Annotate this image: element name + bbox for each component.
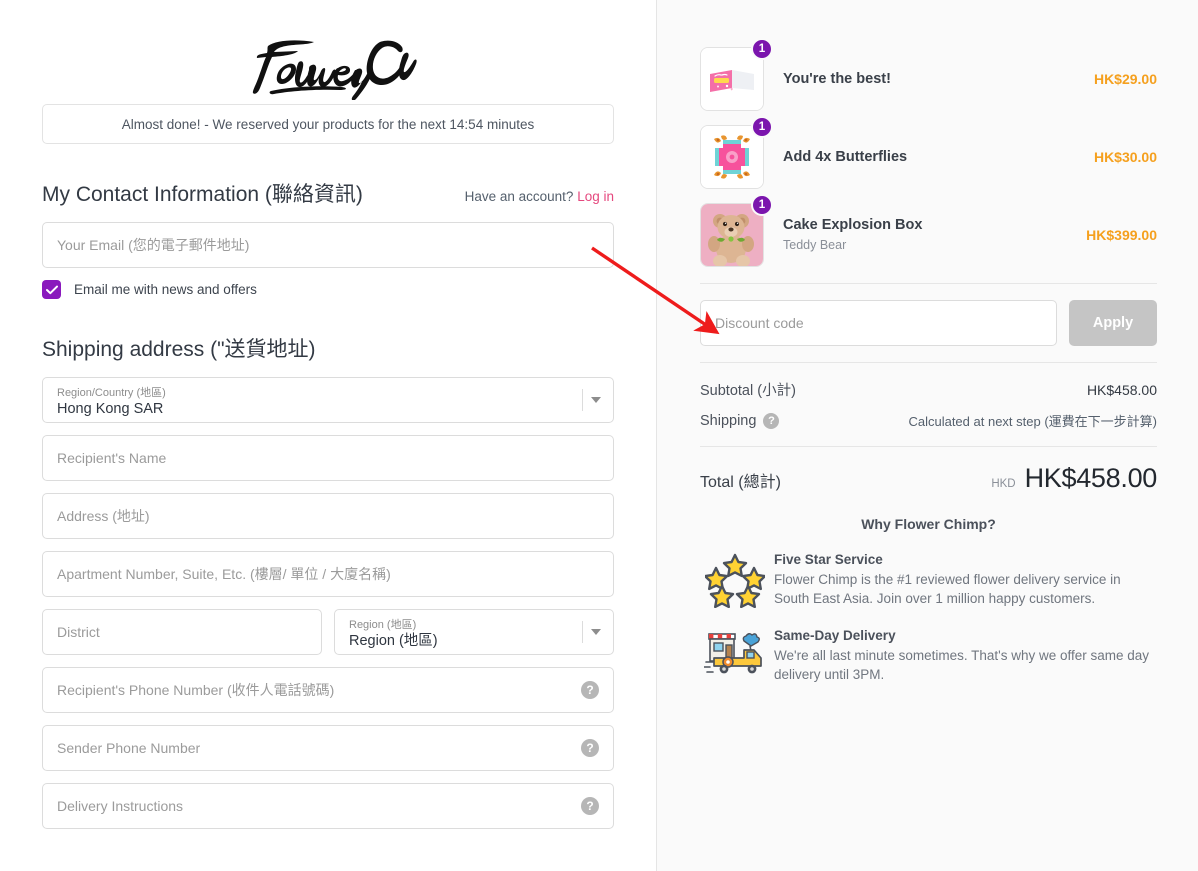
flower-chimp-logo[interactable] — [42, 0, 614, 100]
checkout-page: Almost done! - We reserved your products… — [0, 0, 1198, 871]
shipping-section-title: Shipping address ("送貨地址) — [42, 338, 316, 361]
newsletter-checkbox[interactable] — [42, 280, 61, 299]
subtotal-value: HK$458.00 — [1086, 381, 1157, 398]
why-item-body: Five Star Service Flower Chimp is the #1… — [770, 550, 1157, 608]
region-select-label: Region (地區) — [349, 618, 417, 631]
login-link[interactable]: Log in — [577, 189, 614, 204]
cart-item-qty-badge: 1 — [751, 194, 773, 216]
shipping-label-wrap: Shipping ? — [700, 412, 780, 429]
country-select[interactable]: Region/Country (地區) Hong Kong SAR — [42, 377, 614, 423]
cart-item-price: HK$399.00 — [1086, 227, 1157, 243]
cart-item-list: 1 You're the best! HK$29.00 1 Add 4x But… — [700, 0, 1157, 267]
divider — [700, 283, 1157, 284]
address-field[interactable]: Address (地址) — [42, 493, 614, 539]
account-prompt-text: Have an account? — [464, 189, 574, 204]
reservation-timer-banner: Almost done! - We reserved your products… — [42, 104, 614, 144]
recipient-phone-placeholder: Recipient's Phone Number (收件人電話號碼) — [57, 682, 335, 698]
five-stars-icon — [700, 550, 770, 608]
apartment-placeholder: Apartment Number, Suite, Etc. (樓層/ 單位 / … — [57, 566, 391, 582]
discount-code-row: Discount code Apply — [700, 300, 1157, 346]
shipping-section-header: Shipping address ("送貨地址) — [42, 333, 614, 363]
cart-item-price: HK$29.00 — [1093, 71, 1157, 87]
why-item: Same-Day Delivery We're all last minute … — [700, 626, 1157, 684]
cart-item-text: You're the best! — [764, 70, 1094, 89]
sender-phone-placeholder: Sender Phone Number — [57, 740, 201, 756]
divider — [700, 362, 1157, 363]
cart-item-variant: Teddy Bear — [783, 238, 847, 252]
cart-item-title: Add 4x Butterflies — [783, 148, 908, 165]
cart-item-text: Add 4x Butterflies — [764, 148, 1094, 167]
delivery-instructions-placeholder: Delivery Instructions — [57, 798, 184, 814]
grand-total-row: Total (總計) HKD HK$458.00 — [700, 463, 1157, 494]
sender-phone-field[interactable]: Sender Phone Number ? — [42, 725, 614, 771]
delivery-instructions-field[interactable]: Delivery Instructions ? — [42, 783, 614, 829]
shipping-label: Shipping — [700, 412, 757, 429]
subtotal-label: Subtotal (小計) — [700, 383, 796, 399]
why-item-heading: Five Star Service — [774, 552, 883, 567]
contact-section-title: My Contact Information (聯絡資訊) — [42, 183, 363, 206]
why-item: Five Star Service Flower Chimp is the #1… — [700, 550, 1157, 608]
recipient-name-field[interactable]: Recipient's Name — [42, 435, 614, 481]
cart-item-title: You're the best! — [783, 70, 891, 87]
currency-code: HKD — [991, 478, 1016, 490]
shipping-row: Shipping ? Calculated at next step (運費在下… — [700, 411, 1157, 430]
divider — [700, 446, 1157, 447]
cart-item-qty-badge: 1 — [751, 38, 773, 60]
district-field[interactable]: District — [42, 609, 322, 655]
total-amount-wrap: HKD HK$458.00 — [991, 463, 1157, 494]
shipping-value: Calculated at next step (運費在下一步計算) — [908, 414, 1157, 429]
apply-discount-button[interactable]: Apply — [1069, 300, 1157, 346]
subtotal-row: Subtotal (小計) HK$458.00 — [700, 379, 1157, 400]
newsletter-label: Email me with news and offers — [74, 282, 257, 297]
email-placeholder: Your Email (您的電子郵件地址) — [57, 237, 250, 253]
total-label: Total (總計) — [700, 474, 781, 491]
address-placeholder: Address (地址) — [57, 508, 150, 524]
cart-item-thumbnail-wrap: 1 — [700, 38, 773, 111]
why-item-heading: Same-Day Delivery — [774, 628, 896, 643]
discount-code-input[interactable]: Discount code — [700, 300, 1057, 346]
why-item-body: Same-Day Delivery We're all last minute … — [770, 626, 1157, 684]
cart-item: 1 Add 4x Butterflies HK$30.00 — [700, 116, 1157, 189]
newsletter-checkbox-row[interactable]: Email me with news and offers — [42, 280, 614, 299]
email-field[interactable]: Your Email (您的電子郵件地址) — [42, 222, 614, 268]
district-region-row: District Region (地區) Region (地區) — [42, 609, 614, 667]
total-amount: HK$458.00 — [1024, 463, 1158, 493]
cart-item-thumbnail-wrap: 1 — [700, 116, 773, 189]
recipient-phone-field[interactable]: Recipient's Phone Number (收件人電話號碼) ? — [42, 667, 614, 713]
discount-code-placeholder: Discount code — [715, 315, 804, 331]
order-summary-column: 1 You're the best! HK$29.00 1 Add 4x But… — [657, 0, 1198, 871]
district-placeholder: District — [57, 624, 100, 640]
apartment-field[interactable]: Apartment Number, Suite, Etc. (樓層/ 單位 / … — [42, 551, 614, 597]
reservation-timer-text: Almost done! - We reserved your products… — [121, 116, 535, 132]
region-select[interactable]: Region (地區) Region (地區) — [334, 609, 614, 655]
recipient-name-placeholder: Recipient's Name — [57, 450, 167, 466]
why-item-text: Flower Chimp is the #1 reviewed flower d… — [774, 572, 1121, 606]
question-mark-icon[interactable]: ? — [581, 681, 599, 699]
cart-item-text: Cake Explosion Box Teddy Bear — [764, 216, 1086, 254]
cart-item-title: Cake Explosion Box — [783, 217, 923, 233]
country-select-label: Region/Country (地區) — [57, 386, 166, 399]
region-select-value: Region (地區) — [349, 632, 438, 649]
why-section-title: Why Flower Chimp? — [861, 516, 996, 532]
cart-item: 1 Cake Explosion Box Teddy Bear HK$399.0… — [700, 194, 1157, 267]
checkout-form-column: Almost done! - We reserved your products… — [0, 0, 657, 871]
country-select-value: Hong Kong SAR — [57, 400, 164, 417]
select-divider — [582, 621, 583, 643]
account-prompt: Have an account? Log in — [465, 189, 614, 204]
question-mark-icon[interactable]: ? — [581, 739, 599, 757]
contact-section-header: My Contact Information (聯絡資訊) Have an ac… — [42, 178, 614, 208]
delivery-van-icon — [700, 626, 770, 684]
question-mark-icon[interactable]: ? — [581, 797, 599, 815]
cart-item: 1 You're the best! HK$29.00 — [700, 38, 1157, 111]
chevron-down-icon[interactable] — [591, 397, 601, 403]
why-item-text: We're all last minute sometimes. That's … — [774, 648, 1150, 682]
chevron-down-icon[interactable] — [591, 629, 601, 635]
question-mark-icon[interactable]: ? — [763, 412, 780, 429]
cart-item-thumbnail-wrap: 1 — [700, 194, 773, 267]
cart-item-qty-badge: 1 — [751, 116, 773, 138]
select-divider — [582, 389, 583, 411]
order-totals: Subtotal (小計) HK$458.00 Shipping ? Calcu… — [700, 379, 1157, 430]
cart-item-price: HK$30.00 — [1093, 149, 1157, 165]
